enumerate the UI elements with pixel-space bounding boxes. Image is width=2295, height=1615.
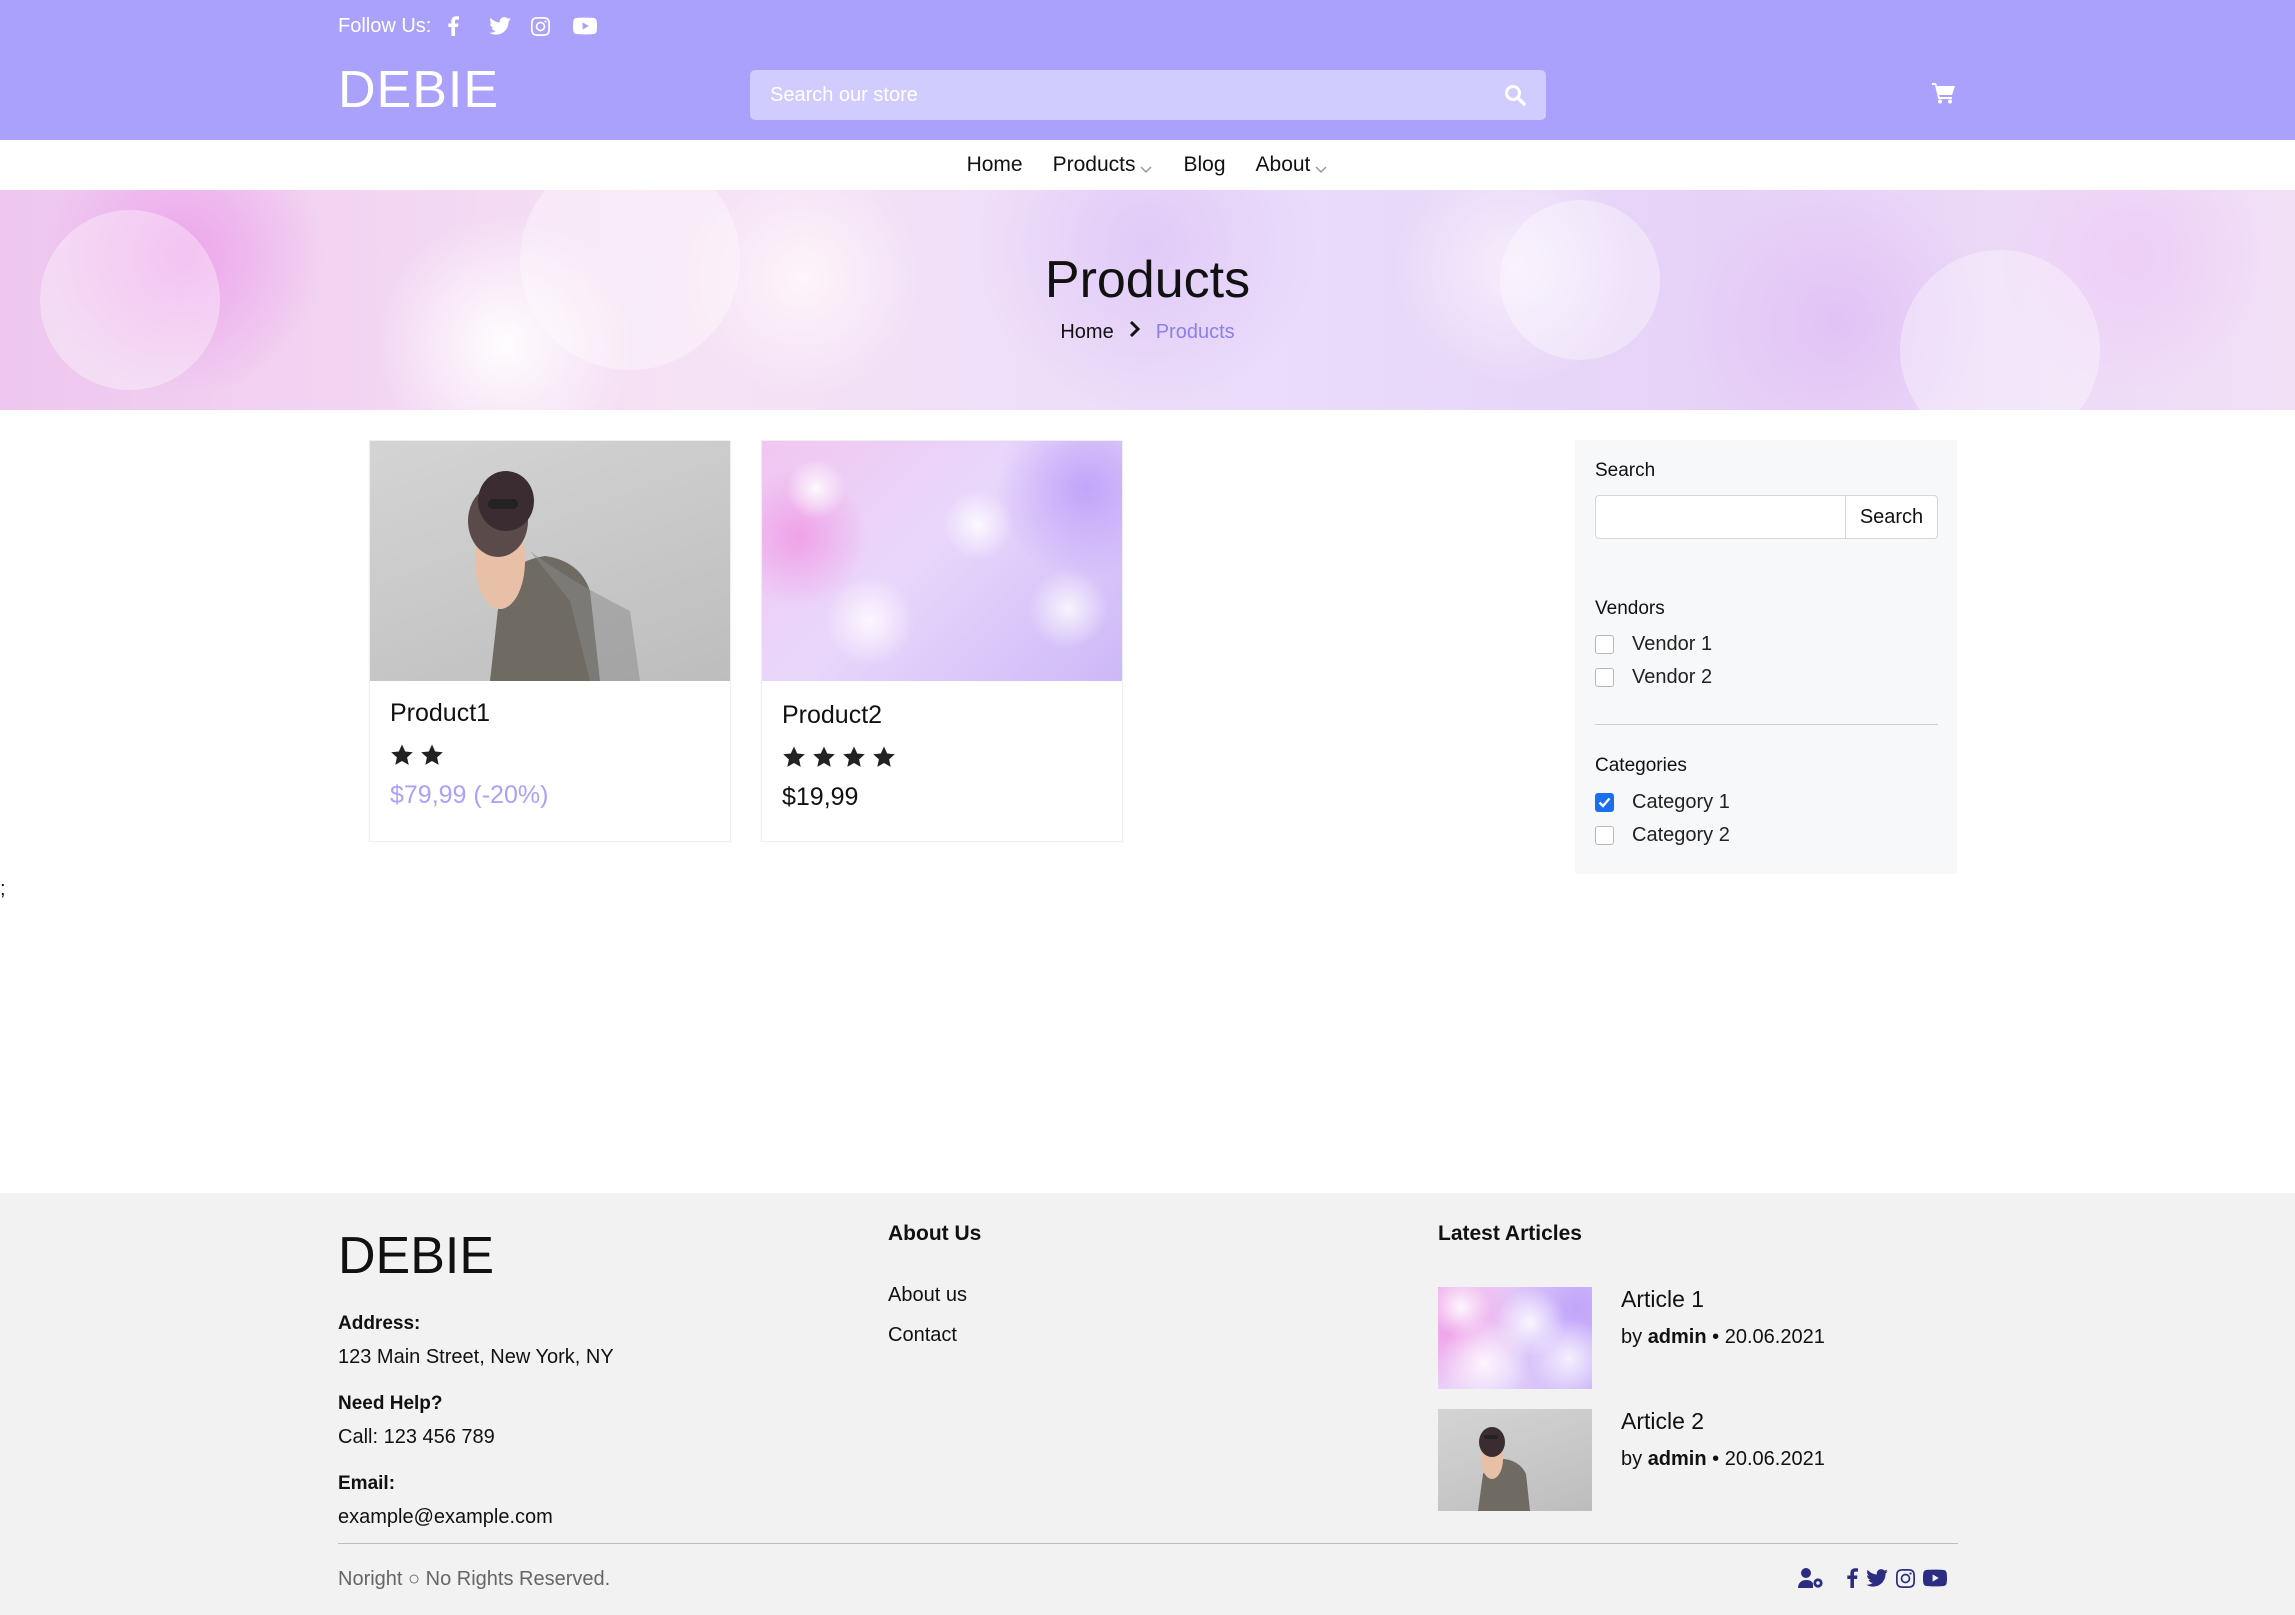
- breadcrumb-home[interactable]: Home: [1060, 321, 1113, 344]
- rating-stars: [390, 743, 444, 767]
- email-value[interactable]: example@example.com: [338, 1506, 553, 1529]
- chevron-down-icon: [1139, 158, 1153, 174]
- site-header: Follow Us: DEBIE: [0, 0, 2295, 140]
- articles-heading: Latest Articles: [1438, 1222, 1582, 1245]
- user-cog-icon[interactable]: [1798, 1567, 1824, 1594]
- checkmark-icon: [1598, 797, 1611, 808]
- nav-label: About: [1255, 153, 1311, 176]
- breadcrumb: Home Products: [0, 320, 2295, 344]
- youtube-icon[interactable]: [1923, 1569, 1947, 1592]
- store-search: [750, 70, 1546, 120]
- page-title: Products: [1044, 251, 1251, 309]
- site-footer: DEBIE Address: 123 Main Street, New York…: [0, 1193, 2295, 1615]
- main-nav: Home Products Blog About: [0, 140, 2295, 190]
- checkbox-label: Category 2: [1632, 824, 1730, 846]
- checkbox[interactable]: [1595, 826, 1614, 845]
- breadcrumb-current: Products: [1155, 320, 1235, 343]
- store-search-input[interactable]: [750, 70, 1480, 120]
- product-price: $79,99 (-20%): [390, 781, 549, 809]
- checkbox-checked[interactable]: [1595, 793, 1614, 812]
- category-checkbox[interactable]: Category 2: [1595, 824, 1730, 847]
- nav-item-home[interactable]: Home: [967, 153, 1023, 177]
- star-icon: [391, 744, 413, 765]
- about-heading: About Us: [888, 1222, 982, 1245]
- nav-label: Products: [1052, 153, 1136, 176]
- product-card[interactable]: Product2 $19,99: [761, 440, 1123, 842]
- checkbox[interactable]: [1595, 668, 1614, 687]
- site-logo[interactable]: DEBIE: [338, 60, 499, 120]
- article-thumbnail[interactable]: [1438, 1409, 1592, 1511]
- nav-item-blog[interactable]: Blog: [1183, 153, 1225, 177]
- search-icon[interactable]: [1504, 84, 1528, 108]
- article-title[interactable]: Article 2: [1621, 1408, 1704, 1435]
- nav-item-products[interactable]: Products: [1053, 153, 1154, 177]
- copyright-text: Noright ○ No Rights Reserved.: [338, 1568, 611, 1590]
- product-card[interactable]: Product1 $79,99 (-20%): [369, 440, 731, 842]
- address-label: Address:: [338, 1313, 421, 1334]
- product-price: $19,99: [782, 783, 859, 811]
- chevron-down-icon: [1314, 158, 1328, 174]
- article-date: • 20.06.2021: [1712, 1326, 1825, 1348]
- footer-icons: [1798, 1567, 1947, 1594]
- instagram-icon[interactable]: [531, 12, 573, 40]
- star-icon: [843, 746, 865, 767]
- twitter-icon[interactable]: [1866, 1569, 1888, 1592]
- facebook-icon[interactable]: [447, 12, 489, 40]
- nav-label: Home: [966, 153, 1023, 176]
- filter-search-input[interactable]: [1595, 495, 1845, 539]
- category-checkbox[interactable]: Category 1: [1595, 791, 1730, 814]
- article-meta: by admin • 20.06.2021: [1621, 1448, 1825, 1471]
- rating-stars: [782, 745, 896, 769]
- product-image[interactable]: [762, 441, 1122, 681]
- star-icon: [783, 746, 805, 767]
- divider: [1595, 724, 1938, 725]
- chevron-right-icon: [1128, 320, 1142, 344]
- article-date: • 20.06.2021: [1712, 1448, 1825, 1470]
- filter-search-button[interactable]: Search: [1845, 495, 1938, 539]
- footer-link-about[interactable]: About us: [888, 1284, 967, 1307]
- article-by: by: [1621, 1448, 1643, 1470]
- instagram-icon[interactable]: [1896, 1568, 1915, 1593]
- filter-sidebar: Search Search Vendors Vendor 1 Vendor 2 …: [1575, 440, 1957, 874]
- product-image[interactable]: [370, 441, 730, 681]
- address-value: 123 Main Street, New York, NY: [338, 1346, 614, 1368]
- checkbox-label: Vendor 1: [1632, 633, 1713, 655]
- checkbox-label: Vendor 2: [1632, 666, 1713, 688]
- article-meta: by admin • 20.06.2021: [1621, 1326, 1825, 1349]
- stray-text: ;: [0, 878, 6, 900]
- help-value: Call: 123 456 789: [338, 1426, 495, 1448]
- star-icon: [873, 746, 895, 767]
- nav-label: Blog: [1183, 153, 1226, 176]
- cart-icon[interactable]: [1932, 82, 1958, 108]
- follow-us-label: Follow Us:: [338, 14, 432, 37]
- search-heading: Search: [1595, 460, 1656, 481]
- vendors-heading: Vendors: [1595, 598, 1665, 619]
- footer-divider: [338, 1543, 1958, 1544]
- page-banner: Products Home Products: [0, 190, 2295, 410]
- vendor-checkbox[interactable]: Vendor 2: [1595, 666, 1712, 689]
- facebook-icon[interactable]: [1846, 1568, 1858, 1593]
- star-icon: [421, 744, 443, 765]
- follow-us-bar: Follow Us:: [338, 12, 615, 40]
- categories-heading: Categories: [1595, 755, 1687, 776]
- checkbox-label: Category 1: [1632, 791, 1730, 813]
- product-title[interactable]: Product1: [390, 699, 490, 728]
- help-label: Need Help?: [338, 1393, 443, 1414]
- checkbox[interactable]: [1595, 635, 1614, 654]
- article-author[interactable]: admin: [1648, 1326, 1707, 1348]
- star-icon: [813, 746, 835, 767]
- article-by: by: [1621, 1326, 1643, 1348]
- twitter-icon[interactable]: [489, 12, 531, 40]
- email-label: Email:: [338, 1473, 396, 1494]
- article-thumbnail[interactable]: [1438, 1287, 1592, 1389]
- nav-item-about[interactable]: About: [1256, 153, 1329, 177]
- vendor-checkbox[interactable]: Vendor 1: [1595, 633, 1712, 656]
- product-title[interactable]: Product2: [782, 701, 882, 730]
- article-author[interactable]: admin: [1648, 1448, 1707, 1470]
- footer-link-contact[interactable]: Contact: [888, 1324, 957, 1347]
- footer-logo[interactable]: DEBIE: [338, 1226, 494, 1286]
- article-title[interactable]: Article 1: [1621, 1286, 1704, 1313]
- youtube-icon[interactable]: [573, 12, 615, 40]
